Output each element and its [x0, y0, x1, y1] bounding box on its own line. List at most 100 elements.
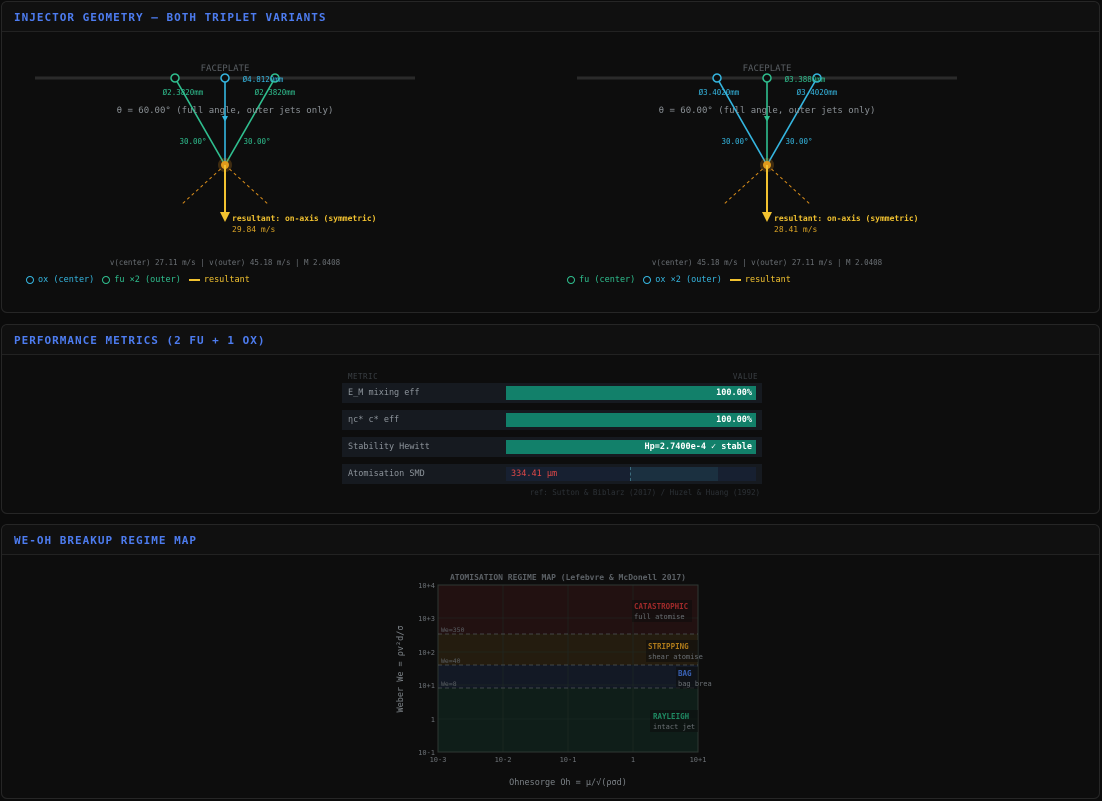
velocity-footer: v(center) 45.18 m/s | v(outer) 27.11 m/s…: [652, 258, 883, 267]
metric-value: 100.00%: [716, 388, 752, 398]
angle-left-label: 30.00°: [179, 137, 206, 146]
orifice-center: [220, 73, 230, 83]
legend-label: resultant: [744, 275, 791, 285]
legend-label: fu ×2 (outer): [114, 275, 181, 285]
reference-note: ref: Sutton & Biblarz (2017) / Huzel & H…: [529, 488, 760, 497]
faceplate-label: FACEPLATE: [201, 64, 250, 74]
resultant-speed: 29.84 m/s: [232, 225, 276, 234]
angle-right-label: 30.00°: [243, 137, 270, 146]
regime-panel-title: WE-OH BREAKUP REGIME MAP: [14, 534, 197, 547]
orifice-center: [762, 73, 772, 83]
theta-label: θ = 60.00° (full angle, outer jets only): [117, 106, 334, 116]
metric-label: E_M mixing eff: [348, 388, 420, 398]
legend-item-fu-outer: fu ×2 (outer): [102, 275, 181, 285]
region-desc-catastrophic: full atomise: [634, 613, 685, 621]
ox-ring-icon: [643, 276, 652, 284]
resultant-arrowhead: [762, 212, 772, 222]
value-column-header: VALUE: [732, 372, 758, 381]
y-tick-label: 10+3: [418, 615, 435, 623]
legend-item-fu-center: fu (center): [567, 275, 635, 285]
center-jet-arrow: [222, 116, 228, 122]
regime-panel-header: WE-OH BREAKUP REGIME MAP: [2, 525, 1099, 555]
region-name-catastrophic: CATASTROPHIC: [634, 602, 688, 611]
ox-ring-icon: [26, 276, 34, 284]
legend-label: resultant: [203, 275, 250, 285]
left-legend: ox (center) fu ×2 (outer) resultant: [26, 275, 254, 285]
geometry-panel-title: INJECTOR GEOMETRY — BOTH TRIPLET VARIANT…: [14, 11, 327, 24]
y-axis-label: Weber We = ρv²d/σ: [396, 626, 406, 713]
threshold-label: We=40: [441, 657, 461, 665]
y-tick-label: 1: [431, 716, 435, 724]
metric-value: 334.41 μm: [511, 469, 558, 479]
x-tick-label: 10+1: [690, 756, 707, 764]
x-axis-label: Ohnesorge Oh = μ/√(ρσd): [509, 778, 627, 788]
y-tick-label: 10+2: [418, 649, 435, 657]
spray-fan-left: [180, 164, 226, 206]
x-tick-labels: 10-3 10-2 10-1 1 10+1: [430, 756, 707, 764]
resultant-line-icon: [729, 279, 741, 281]
left-triplet-diagram: FACEPLATE Ø2.3820mm Ø4.8120mm Ø2.3820mm …: [35, 64, 415, 267]
metrics-table: METRIC VALUE E_M mixing eff 100.00% ηc* …: [342, 369, 762, 497]
legend-item-resultant: resultant: [188, 275, 250, 285]
resultant-arrowhead: [220, 212, 230, 222]
center-jet-arrow: [764, 116, 770, 122]
spray-fan-right: [224, 164, 270, 206]
angle-right-label: 30.00°: [785, 137, 812, 146]
metric-row-cstar: ηc* c* eff 100.00%: [342, 410, 762, 430]
metric-label: ηc* c* eff: [348, 415, 400, 425]
legend-item-ox-outer: ox ×2 (outer): [643, 275, 722, 285]
spray-fan-right: [766, 164, 812, 206]
x-tick-label: 10-3: [430, 756, 447, 764]
diameter-left: Ø3.4020mm: [699, 88, 740, 97]
chart-title: ATOMISATION REGIME MAP (Lefebvre & McDon…: [450, 573, 686, 582]
y-tick-labels: 10+4 10+3 10+2 10+1 1 10-1: [418, 582, 435, 757]
metric-label: Stability Hewitt: [348, 442, 430, 452]
region-name-rayleigh: RAYLEIGH: [653, 712, 690, 721]
resultant-label: resultant: on-axis (symmetric): [232, 213, 377, 223]
diameter-right: Ø3.4020mm: [797, 88, 838, 97]
y-tick-label: 10+1: [418, 682, 435, 690]
x-tick-label: 1: [631, 756, 635, 764]
metric-row-mixing: E_M mixing eff 100.00%: [342, 383, 762, 403]
metric-row-stability: Stability Hewitt Hp=2.7400e-4 ✓ stable: [342, 437, 762, 457]
legend-item-ox-center: ox (center): [26, 275, 94, 285]
threshold-label: We=8: [441, 680, 457, 688]
fu-ring-icon: [567, 276, 575, 284]
metric-column-header: METRIC: [348, 372, 379, 381]
metric-value: 100.00%: [716, 415, 752, 425]
diameter-center: Ø3.3880mm: [785, 75, 826, 84]
threshold-label: We=350: [441, 626, 465, 634]
metric-value: Hp=2.7400e-4 ✓ stable: [644, 442, 752, 452]
y-tick-label: 10+4: [418, 582, 435, 590]
resultant-label: resultant: on-axis (symmetric): [774, 213, 919, 223]
regime-map-chart: ATOMISATION REGIME MAP (Lefebvre & McDon…: [396, 573, 712, 788]
metric-row-atomisation: Atomisation SMD 334.41 μm: [342, 464, 762, 484]
orifice-left: [712, 73, 722, 83]
legend-item-resultant: resultant: [729, 275, 791, 285]
diameter-center: Ø4.8120mm: [243, 75, 284, 84]
region-desc-stripping: shear atomise: [648, 653, 703, 661]
smd-gauge-segment: [630, 467, 718, 481]
spray-fan-left: [722, 164, 768, 206]
diameter-left: Ø2.3820mm: [163, 88, 204, 97]
geometry-panel: INJECTOR GEOMETRY — BOTH TRIPLET VARIANT…: [1, 1, 1100, 313]
metrics-panel: PERFORMANCE METRICS (2 FU + 1 OX) METRIC…: [1, 324, 1100, 514]
x-tick-label: 10-1: [560, 756, 577, 764]
velocity-footer: v(center) 27.11 m/s | v(outer) 45.18 m/s…: [110, 258, 341, 267]
right-triplet-diagram: FACEPLATE Ø3.4020mm Ø3.3880mm Ø3.4020mm …: [577, 64, 957, 267]
legend-label: fu (center): [579, 275, 636, 285]
region-desc-rayleigh: intact jet: [653, 723, 695, 731]
legend-label: ox ×2 (outer): [655, 275, 722, 285]
x-tick-label: 10-2: [495, 756, 512, 764]
metric-label: Atomisation SMD: [348, 469, 425, 479]
theta-label: θ = 60.00° (full angle, outer jets only): [659, 106, 876, 116]
diameter-right: Ø2.3820mm: [255, 88, 296, 97]
region-desc-bag: bag brea: [678, 680, 712, 688]
smd-gauge-marker: [630, 467, 631, 481]
metrics-table-header: METRIC VALUE: [342, 369, 762, 383]
resultant-line-icon: [188, 279, 200, 281]
region-name-stripping: STRIPPING: [648, 642, 689, 651]
resultant-speed: 28.41 m/s: [774, 225, 818, 234]
geometry-panel-header: INJECTOR GEOMETRY — BOTH TRIPLET VARIANT…: [2, 2, 1099, 32]
metrics-panel-header: PERFORMANCE METRICS (2 FU + 1 OX): [2, 325, 1099, 355]
